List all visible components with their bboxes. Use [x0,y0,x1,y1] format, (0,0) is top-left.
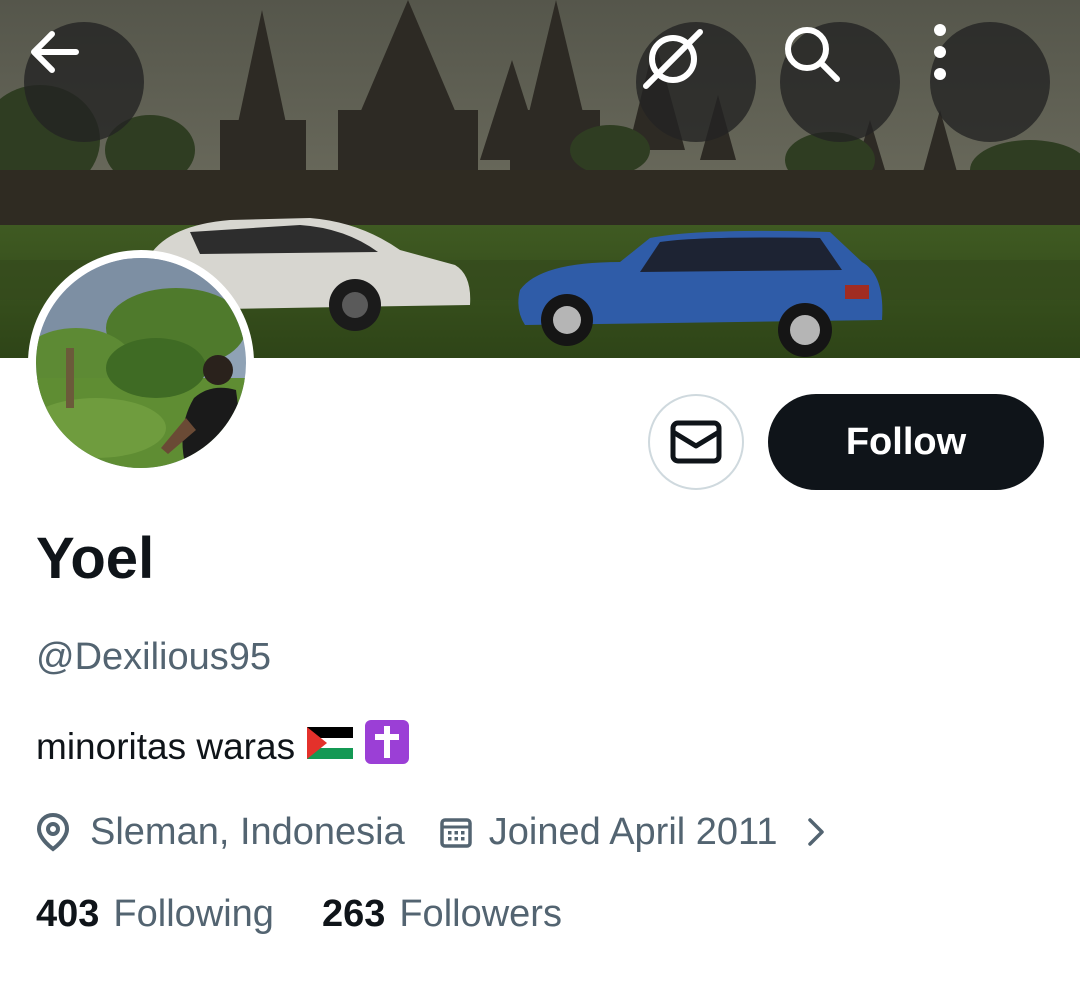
following-link[interactable]: 403 Following [36,893,274,936]
join-date-text: Joined April 2011 [488,810,778,853]
bio-text: minoritas waras [36,725,296,767]
followers-label: Followers [399,893,562,935]
back-button[interactable] [24,22,144,142]
avatar-photo [36,258,246,468]
followers-link[interactable]: 263 Followers [322,893,562,936]
latin-cross-icon [365,720,410,773]
following-label: Following [113,893,274,935]
profile-meta: Sleman, Indonesia Joined April 2011 [36,806,826,858]
followers-count: 263 [321,893,386,935]
follow-button[interactable]: Follow [768,394,1044,490]
message-button[interactable] [648,394,744,490]
search-icon [785,27,840,82]
more-button[interactable] [930,22,1050,142]
join-date[interactable]: Joined April 2011 [439,811,826,854]
location: Sleman, Indonesia [36,811,405,854]
location-text: Sleman, Indonesia [90,810,405,853]
search-button[interactable] [780,22,900,142]
grok-button[interactable] [636,22,756,142]
palestine-flag-icon [307,726,354,768]
grok-slash-circle-icon [643,29,703,89]
more-vertical-icon [934,24,946,80]
location-pin-icon [36,812,70,852]
following-count: 403 [36,893,100,935]
avatar[interactable] [28,250,254,476]
username-handle: @Dexilious95 [36,636,272,678]
follow-stats: 403 Following 263 Followers [36,893,562,936]
chevron-right-icon [807,818,824,846]
arrow-left-icon [31,31,79,73]
envelope-icon [670,420,722,464]
bio: minoritas waras [36,720,410,773]
display-name: Yoel [36,526,155,591]
calendar-icon [440,818,472,848]
